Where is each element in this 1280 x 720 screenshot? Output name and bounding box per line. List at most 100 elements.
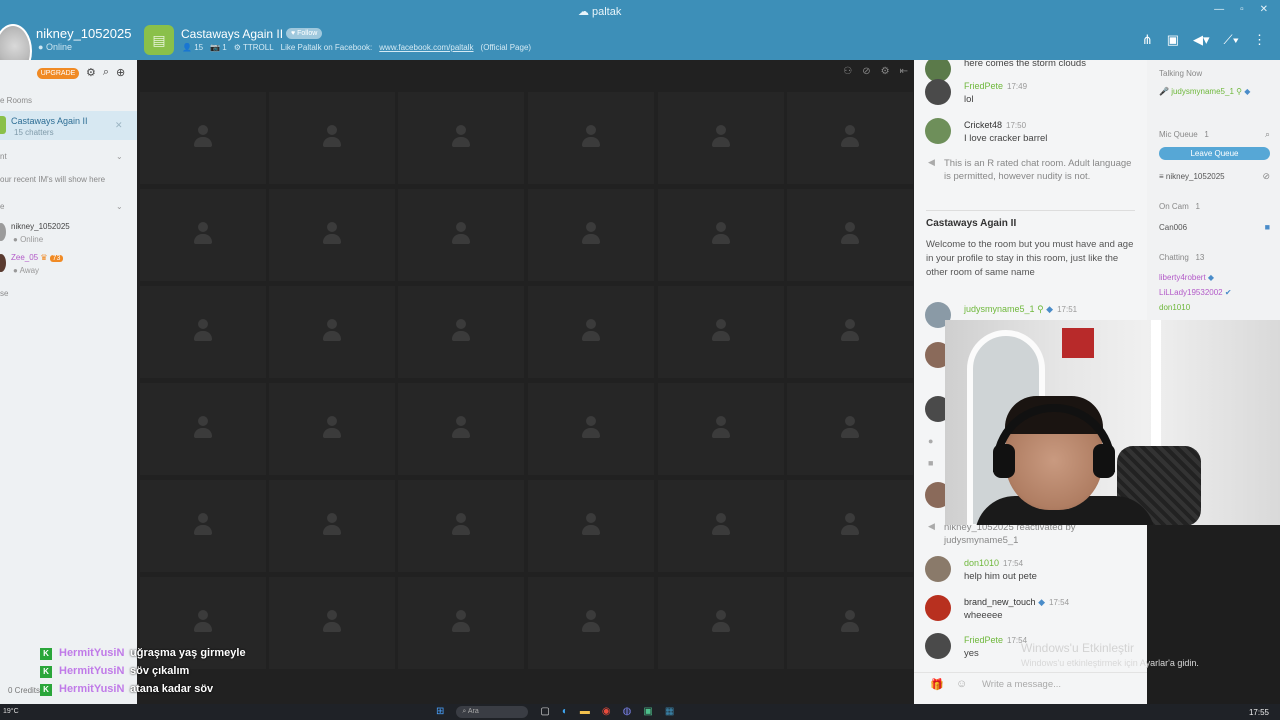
rules-notice: This is an R rated chat room. Adult lang… xyxy=(944,158,1132,182)
user-list-item[interactable]: don1010 xyxy=(1159,303,1190,312)
mic-off-icon[interactable]: ⟋▾ xyxy=(1224,32,1239,48)
empty-video-slot[interactable] xyxy=(269,383,395,475)
cam-off-icon[interactable]: ⊘ xyxy=(862,66,870,77)
empty-video-slot[interactable] xyxy=(528,383,654,475)
leave-queue-button[interactable]: Leave Queue xyxy=(1159,147,1270,160)
user-list-item[interactable]: LiLLady19532002 ✔ xyxy=(1159,288,1232,297)
troll-label: TTROLL xyxy=(242,43,274,52)
chat-username[interactable]: FriedPete 17:49 xyxy=(964,81,1027,91)
empty-video-slot[interactable] xyxy=(528,286,654,378)
credits-label[interactable]: 0 Credits xyxy=(8,686,40,695)
empty-video-slot[interactable] xyxy=(269,286,395,378)
windows-start-icon[interactable]: ⊞ xyxy=(436,706,444,718)
empty-video-slot[interactable] xyxy=(140,383,266,475)
recent-empty-text: our recent IM's will show here xyxy=(0,175,106,184)
volume-icon[interactable]: ◀▾ xyxy=(1193,32,1210,48)
gift-icon[interactable]: 🎁 xyxy=(930,678,944,691)
empty-video-slot[interactable] xyxy=(269,480,395,572)
user-list-item[interactable]: ≡ nikney_1052025 xyxy=(1159,172,1225,181)
empty-video-slot[interactable] xyxy=(787,577,913,669)
folder-icon[interactable]: ▬ xyxy=(580,706,590,718)
facebook-link[interactable]: www.facebook.com/paltalk xyxy=(379,43,473,52)
empty-video-slot[interactable] xyxy=(658,577,784,669)
collapse-icon[interactable]: ⇤ xyxy=(900,66,908,77)
user-list-item[interactable]: liberty4robert ◆ xyxy=(1159,273,1214,282)
share-icon[interactable]: ⋔ xyxy=(1142,32,1153,48)
empty-video-slot[interactable] xyxy=(528,480,654,572)
chevron-down-icon[interactable]: ⌄ xyxy=(116,152,123,161)
close-icon[interactable]: ✕ xyxy=(1260,4,1268,15)
minimize-icon[interactable]: — xyxy=(1214,4,1224,15)
empty-video-slot[interactable] xyxy=(658,286,784,378)
empty-video-slot[interactable] xyxy=(787,480,913,572)
upgrade-button[interactable]: UPGRADE xyxy=(37,68,79,79)
maximize-icon[interactable]: ▫ xyxy=(1240,4,1244,15)
empty-video-slot[interactable] xyxy=(658,383,784,475)
emoji-icon[interactable]: ☺ xyxy=(956,678,967,690)
taskbar-clock[interactable]: 17:55 xyxy=(1249,708,1269,717)
empty-video-slot[interactable] xyxy=(658,189,784,281)
chat-username[interactable]: Cricket48 17:50 xyxy=(964,120,1026,130)
taskbar-search[interactable]: ⌕ Ara xyxy=(456,706,529,718)
empty-video-slot[interactable] xyxy=(787,189,913,281)
user-list-item[interactable]: 🎤 judysmyname5_1 ⚲ ◆ xyxy=(1159,87,1250,96)
profile-username[interactable]: nikney_1052025 xyxy=(36,26,131,41)
room-icon: ▤ xyxy=(144,25,174,55)
empty-video-slot[interactable] xyxy=(787,92,913,184)
chat-time: 17:49 xyxy=(1007,82,1028,91)
empty-video-slot[interactable] xyxy=(528,189,654,281)
weather-widget[interactable]: 19°C xyxy=(3,708,19,715)
user-list-item[interactable]: Can006 xyxy=(1159,223,1187,232)
follow-button[interactable]: ♥ Follow xyxy=(286,28,323,39)
empty-video-slot[interactable] xyxy=(140,92,266,184)
chevron-down-icon[interactable]: ⌄ xyxy=(116,202,123,211)
settings-icon[interactable]: ⚙ xyxy=(881,66,890,77)
edge-icon[interactable]: ◐ xyxy=(562,706,568,718)
more-icon[interactable]: ⋮ xyxy=(1253,32,1266,48)
close-room-icon[interactable]: ✕ xyxy=(115,120,123,131)
search-icon[interactable]: ⌕ xyxy=(1265,129,1270,140)
empty-video-slot[interactable] xyxy=(528,92,654,184)
gift-icon[interactable]: ▣ xyxy=(1167,32,1179,48)
window-controls: — ▫ ✕ xyxy=(1214,4,1268,15)
message-input[interactable]: Write a message... xyxy=(982,679,1061,690)
chat-username[interactable]: don1010 17:54 xyxy=(964,558,1023,568)
discord-icon[interactable]: ◍ xyxy=(623,706,632,718)
empty-video-slot[interactable] xyxy=(398,189,524,281)
chat-username[interactable]: brand_new_touch ◆ 17:54 xyxy=(964,597,1069,608)
chat-username[interactable]: FriedPete 17:54 xyxy=(964,635,1027,645)
contact-name[interactable]: nikney_1052025 xyxy=(11,222,70,231)
empty-video-slot[interactable] xyxy=(398,480,524,572)
add-contact-icon[interactable]: ⊕ xyxy=(116,66,125,79)
chat-username[interactable]: judysmyname5_1 ⚲ ◆ 17:51 xyxy=(964,304,1077,315)
search-icon[interactable]: ⌕ xyxy=(103,66,109,79)
empty-video-slot[interactable] xyxy=(787,286,913,378)
task-view-icon[interactable]: ▢ xyxy=(540,706,549,718)
empty-video-slot[interactable] xyxy=(140,189,266,281)
empty-video-slot[interactable] xyxy=(528,577,654,669)
person-placeholder-icon xyxy=(582,222,600,248)
empty-video-slot[interactable] xyxy=(269,92,395,184)
empty-video-slot[interactable] xyxy=(658,92,784,184)
empty-video-slot[interactable] xyxy=(398,383,524,475)
empty-video-slot[interactable] xyxy=(787,383,913,475)
users-icon[interactable]: ⚇ xyxy=(843,66,852,77)
empty-video-slot[interactable] xyxy=(398,286,524,378)
empty-video-slot[interactable] xyxy=(269,189,395,281)
chrome-icon[interactable]: ◉ xyxy=(602,706,611,718)
contact-status: ● Away xyxy=(13,266,40,275)
empty-video-slot[interactable] xyxy=(658,480,784,572)
person-placeholder-icon xyxy=(841,416,859,442)
cam-icon[interactable]: ■ xyxy=(1265,222,1270,232)
gear-icon[interactable]: ⚙ xyxy=(86,66,96,79)
block-icon[interactable]: ⊘ xyxy=(1262,171,1270,182)
empty-video-slot[interactable] xyxy=(398,577,524,669)
empty-video-slot[interactable] xyxy=(140,286,266,378)
sidebar-item-room[interactable]: Castaways Again II 15 chatters ✕ xyxy=(0,111,137,140)
empty-video-slot[interactable] xyxy=(269,577,395,669)
paltalk-taskbar-icon[interactable]: ▦ xyxy=(665,706,674,718)
empty-video-slot[interactable] xyxy=(140,480,266,572)
empty-video-slot[interactable] xyxy=(398,92,524,184)
contact-name[interactable]: Zee_05 ♛ 73 xyxy=(11,253,64,262)
app-icon[interactable]: ▣ xyxy=(643,706,652,718)
